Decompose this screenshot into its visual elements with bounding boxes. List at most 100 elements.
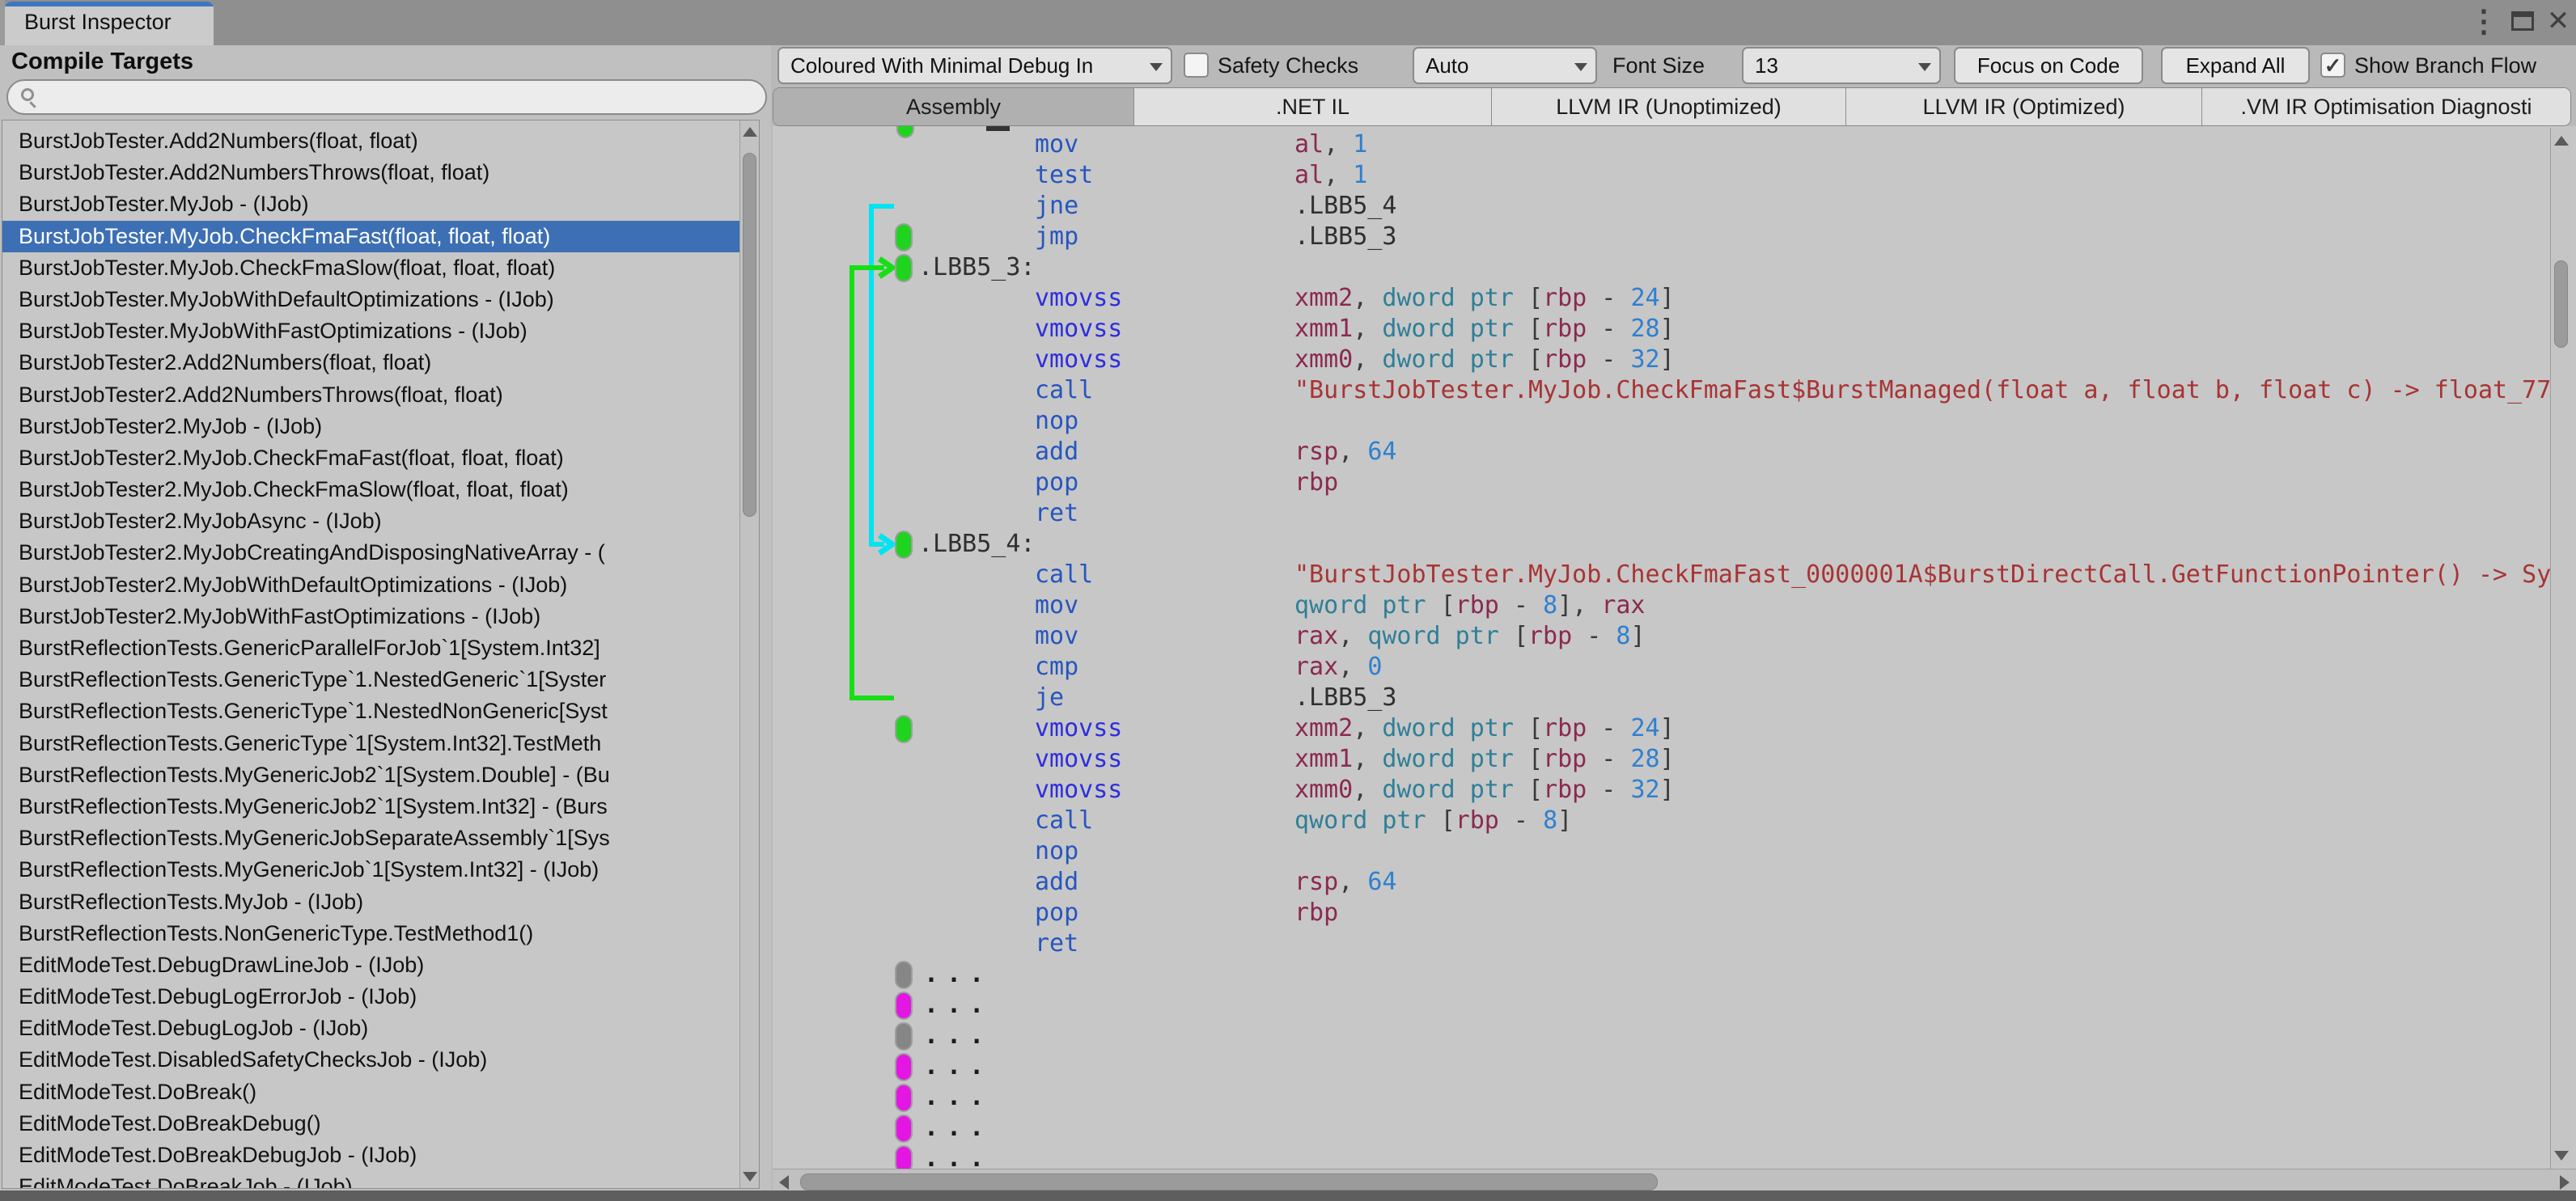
code-instruction-row: je .LBB5_3 [1035,683,1397,712]
tab-llvm-ir-optimized-[interactable]: LLVM IR (Optimized) [1846,88,2202,125]
list-item[interactable]: BurstJobTester.MyJob - (IJob) [2,188,739,220]
target-value: Auto [1426,53,1469,78]
list-item[interactable]: EditModeTest.DisabledSafetyChecksJob - (… [2,1044,739,1076]
list-item[interactable]: BurstJobTester.Add2Numbers(float, float) [2,125,739,157]
list-scrollbar-thumb[interactable] [743,153,756,517]
list-item[interactable]: EditModeTest.DebugDrawLineJob - (IJob) [2,949,739,981]
list-item[interactable]: EditModeTest.DoBreakDebug() [2,1108,739,1140]
list-item[interactable]: BurstReflectionTests.MyJob - (IJob) [2,886,739,918]
scroll-left-arrow-icon[interactable] [779,1175,789,1190]
target-dropdown[interactable]: Auto [1413,47,1597,84]
scroll-down-arrow-icon[interactable] [2554,1151,2569,1161]
list-item[interactable]: BurstJobTester.MyJobWithDefaultOptimizat… [2,284,739,315]
list-item[interactable]: EditModeTest.DebugLogErrorJob - (IJob) [2,981,739,1013]
list-item[interactable]: BurstReflectionTests.NonGenericType.Test… [2,918,739,949]
chevron-down-icon [1150,63,1163,71]
code-instruction-row: mov rax, qword ptr [rbp - 8] [1035,622,1646,650]
show-branch-flow-checkbox[interactable]: ✓ [2320,53,2345,78]
block-pill-green [895,254,913,282]
list-item[interactable]: EditModeTest.DoBreak() [2,1076,739,1108]
kebab-menu-icon[interactable]: ⋮ [2466,3,2502,39]
block-pill-magenta [895,1053,913,1081]
list-item[interactable]: BurstReflectionTests.MyGenericJobSeparat… [2,823,739,854]
window-tab-burst-inspector[interactable]: Burst Inspector [5,2,214,45]
code-instruction-row: call "BurstJobTester.MyJob.CheckFmaFast$B… [1035,376,2552,404]
list-item[interactable]: BurstJobTester2.MyJobAsync - (IJob) [2,505,739,537]
maximize-icon[interactable] [2503,3,2542,39]
safety-checks-checkbox[interactable] [1184,53,1209,78]
assembly-code-pane[interactable]: mov al, 1 test al, 1 jne .LBB5_4 jmp .LBB5_3 .LB… [773,126,2576,1169]
list-item[interactable]: EditModeTest.DoBreakJob - (IJob) [2,1171,739,1188]
code-instruction-row: jmp .LBB5_3 [773,222,2576,252]
list-item[interactable]: EditModeTest.DoBreakDebugJob - (IJob) [2,1140,739,1171]
window-title: Burst Inspector [24,10,172,34]
list-item[interactable]: BurstReflectionTests.GenericType`1[Syste… [2,728,739,759]
list-item[interactable]: BurstJobTester.Add2NumbersThrows(float, … [2,157,739,188]
code-instruction-row: pop rbp [1035,899,1339,927]
disassembly-panel: Coloured With Minimal Debug In Safety Ch… [771,45,2576,1194]
burst-inspector-window: Burst Inspector ⋮ ✕ Compile Targets Burs… [0,0,2576,1201]
chevron-down-icon [1918,63,1931,71]
close-icon[interactable]: ✕ [2540,3,2576,39]
code-instruction-row: pop rbp [1035,468,1339,497]
code-instruction-row: ret [1035,929,1079,958]
code-scrollbar-thumb[interactable] [2554,260,2568,348]
tab-llvm-ir-unoptimized-[interactable]: LLVM IR (Unoptimized) [1492,88,1846,125]
block-pill-green [895,531,913,559]
list-item[interactable]: BurstJobTester2.Add2NumbersThrows(float,… [2,379,739,411]
tab-assembly[interactable]: Assembly [773,88,1134,125]
font-size-label: Font Size [1612,53,1705,78]
block-pill-green [895,715,913,743]
list-item[interactable]: BurstReflectionTests.GenericType`1.Neste… [2,696,739,727]
compile-targets-listbox: BurstJobTester.Add2Numbers(float, float)… [2,120,760,1189]
list-item[interactable]: BurstReflectionTests.GenericType`1.Neste… [2,664,739,696]
list-item[interactable]: BurstJobTester2.MyJobWithDefaultOptimiza… [2,569,739,601]
list-vertical-scrollbar[interactable] [739,121,759,1188]
list-item[interactable]: EditModeTest.DebugLogJob - (IJob) [2,1013,739,1044]
code-instruction-row: call "BurstJobTester.MyJob.CheckFmaFast_0… [1035,560,2552,589]
code-vertical-scrollbar[interactable] [2550,128,2572,1169]
list-item[interactable]: BurstJobTester2.MyJobWithFastOptimizatio… [2,601,739,632]
list-item[interactable]: BurstReflectionTests.MyGenericJob2`1[Sys… [2,791,739,823]
code-instruction-row: vmovss xmm2, dword ptr [rbp - 24] [1035,284,1675,312]
code-instruction-row: ret [1035,499,1079,527]
list-item[interactable]: BurstJobTester.MyJobWithFastOptimization… [2,315,739,347]
list-item[interactable]: BurstJobTester.MyJob.CheckFmaSlow(float,… [2,252,739,284]
block-pill-gray [895,1022,913,1051]
code-instruction-row: nop [1035,837,1079,865]
scroll-up-arrow-icon[interactable] [743,127,757,137]
list-item[interactable]: BurstJobTester2.MyJobCreatingAndDisposin… [2,537,739,569]
list-item[interactable]: BurstJobTester2.MyJob.CheckFmaFast(float… [2,442,739,474]
code-instruction-row: mov al, 1 [1035,130,1368,159]
compile-targets-header: Compile Targets [11,49,194,74]
collapsed-block-row: ... [773,1021,2576,1051]
code-hscrollbar-thumb[interactable] [800,1174,1658,1190]
font-size-dropdown[interactable]: 13 [1742,47,1941,84]
focus-on-code-button[interactable]: Focus on Code [1954,47,2143,84]
list-item[interactable]: BurstJobTester2.Add2Numbers(float, float… [2,347,739,378]
expand-all-button[interactable]: Expand All [2161,47,2310,84]
list-item[interactable]: BurstJobTester2.MyJob - (IJob) [2,411,739,442]
code-instruction-row: vmovss xmm1, dword ptr [rbp - 28] [1035,315,1675,343]
code-instruction-row: test al, 1 [1035,161,1368,189]
titlebar: Burst Inspector ⋮ ✕ [0,0,2576,45]
code-instruction-row: vmovss xmm1, dword ptr [rbp - 28] [1035,745,1675,773]
code-label-row: .LBB5_4: [773,529,2576,560]
block-pill-gray [895,961,913,989]
scroll-up-arrow-icon[interactable] [2554,136,2569,146]
block-pill-magenta [895,992,913,1020]
maximize-glyph [2511,11,2534,31]
list-item[interactable]: BurstReflectionTests.MyGenericJob2`1[Sys… [2,759,739,791]
scroll-down-arrow-icon[interactable] [743,1172,757,1182]
tab--net-il[interactable]: .NET IL [1134,88,1492,125]
block-pill-magenta [895,1114,913,1143]
debug-mode-dropdown[interactable]: Coloured With Minimal Debug In [777,47,1172,84]
scroll-right-arrow-icon[interactable] [2560,1175,2570,1190]
list-item[interactable]: BurstJobTester.MyJob.CheckFmaFast(float,… [2,220,739,252]
list-item[interactable]: BurstReflectionTests.GenericParallelForJ… [2,632,739,664]
search-input[interactable] [44,82,756,112]
tab--vm-ir-optimisation-diagnosti[interactable]: .VM IR Optimisation Diagnosti [2202,88,2570,125]
collapsed-block-row: ... [773,959,2576,990]
list-item[interactable]: BurstReflectionTests.MyGenericJob`1[Syst… [2,854,739,886]
list-item[interactable]: BurstJobTester2.MyJob.CheckFmaSlow(float… [2,474,739,505]
